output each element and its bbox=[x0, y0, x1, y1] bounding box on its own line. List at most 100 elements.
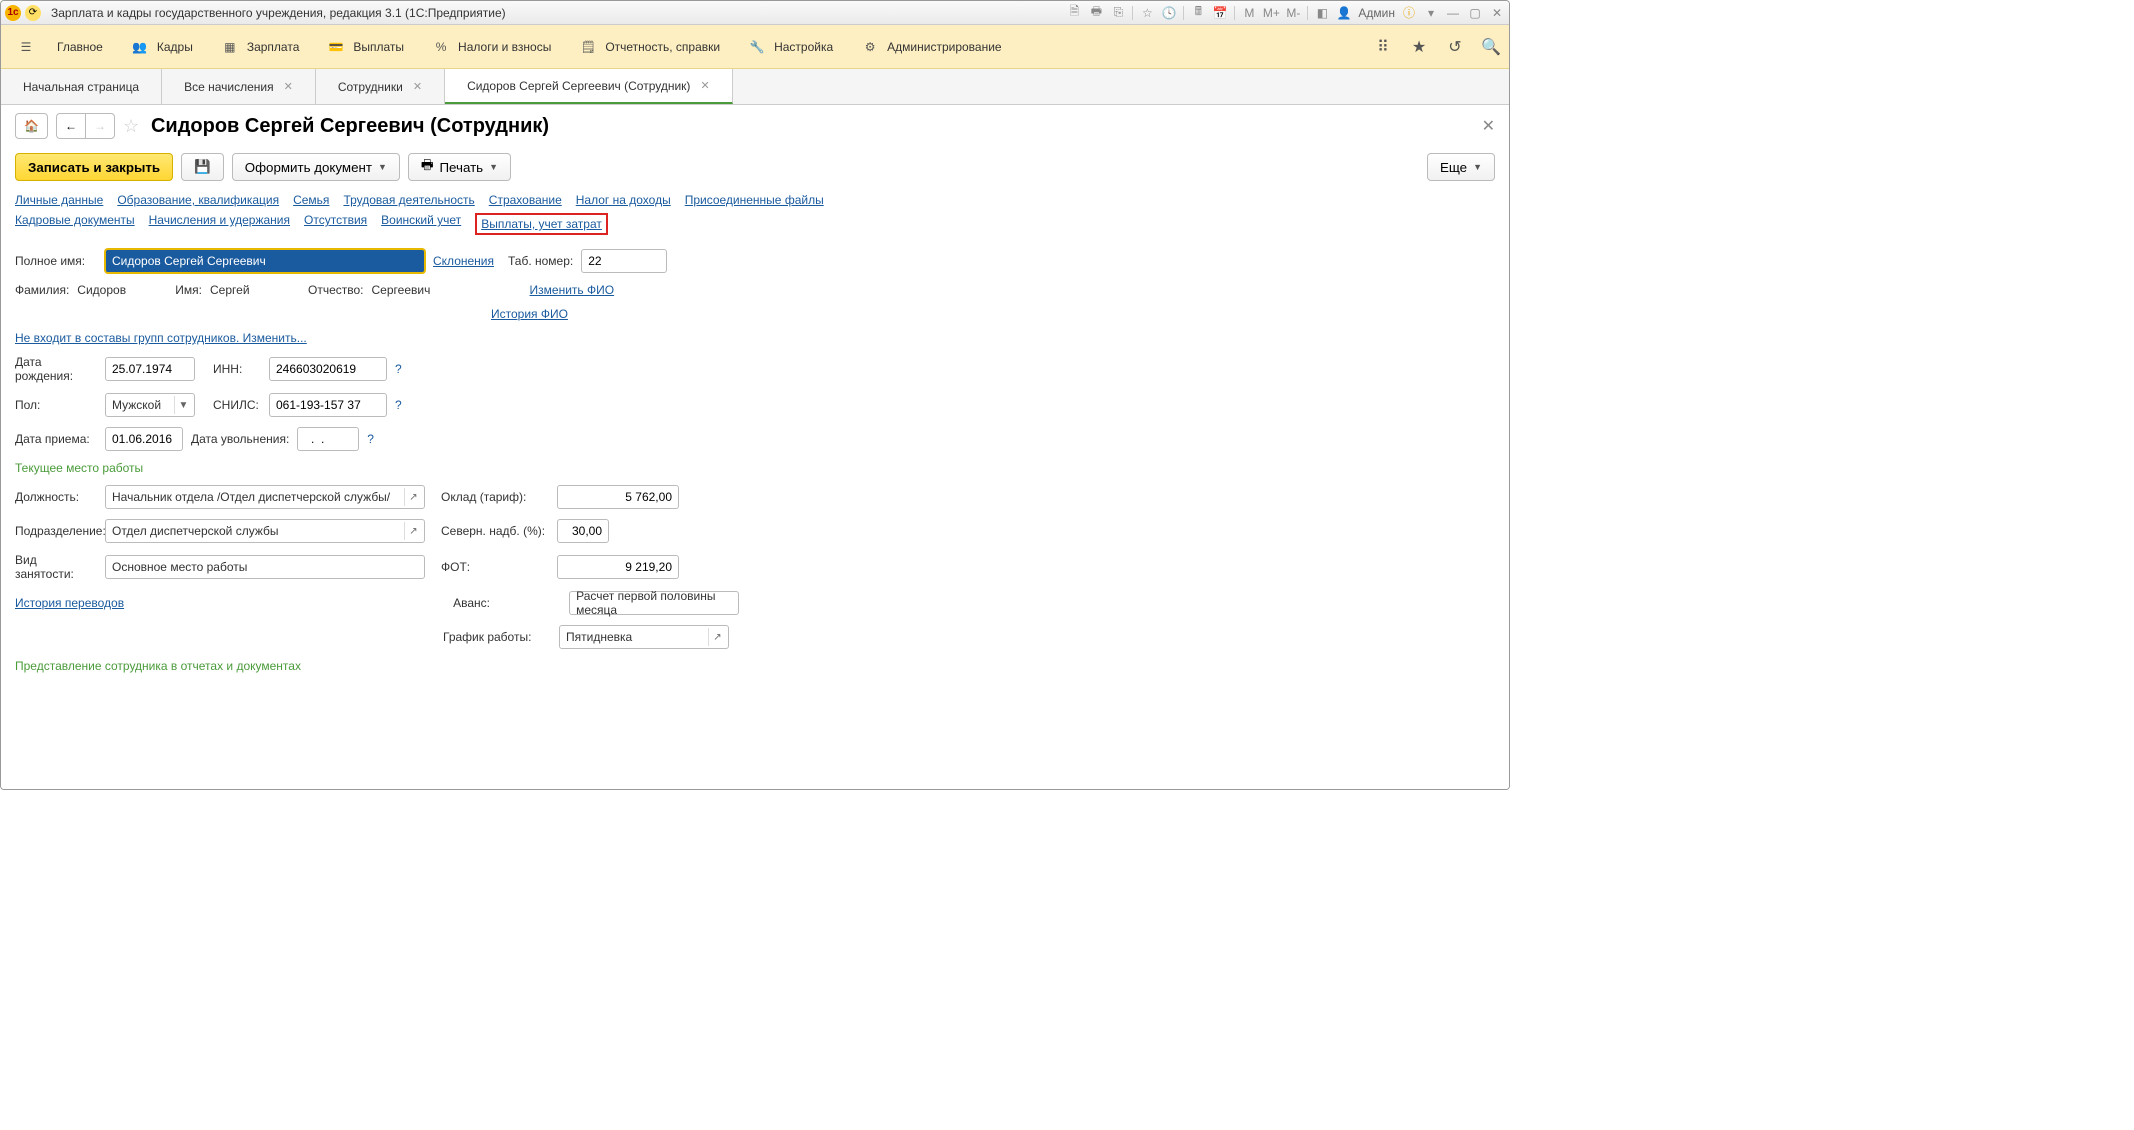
change-fio-link[interactable]: Изменить ФИО bbox=[530, 283, 615, 297]
surname-label: Фамилия: bbox=[15, 283, 69, 297]
fire-date-input[interactable] bbox=[297, 427, 359, 451]
table-icon: ▦ bbox=[221, 38, 239, 56]
full-name-input[interactable] bbox=[105, 249, 425, 273]
declensions-link[interactable]: Склонения bbox=[433, 254, 494, 268]
tab-number-label: Таб. номер: bbox=[508, 254, 573, 268]
employ-type-select[interactable]: Основное место работы bbox=[105, 555, 425, 579]
help-icon[interactable]: ? bbox=[367, 432, 374, 446]
link-labor-activity[interactable]: Трудовая деятельность bbox=[343, 193, 474, 207]
calendar-icon[interactable]: 📅 bbox=[1212, 5, 1228, 21]
panel-icon[interactable]: ◧ bbox=[1314, 5, 1330, 21]
menu-salary[interactable]: ▦Зарплата bbox=[207, 32, 314, 62]
menu-admin[interactable]: ⚙Администрирование bbox=[847, 32, 1015, 62]
memory-mplus-icon[interactable]: M+ bbox=[1263, 5, 1279, 21]
favorite-star-icon[interactable]: ☆ bbox=[123, 116, 143, 136]
snils-label: СНИЛС: bbox=[213, 398, 261, 412]
birthdate-input[interactable] bbox=[105, 357, 195, 381]
memory-mminus-icon[interactable]: M- bbox=[1285, 5, 1301, 21]
hire-date-input[interactable] bbox=[105, 427, 183, 451]
menu-main[interactable]: Главное bbox=[43, 34, 117, 60]
wrench-icon: 🔧 bbox=[748, 38, 766, 56]
link-income-tax[interactable]: Налог на доходы bbox=[576, 193, 671, 207]
fot-input[interactable] bbox=[557, 555, 679, 579]
link-accruals-deductions[interactable]: Начисления и удержания bbox=[149, 213, 290, 235]
save-button[interactable]: 💾 bbox=[181, 153, 224, 181]
department-select[interactable]: Отдел диспетчерской службы ↗ bbox=[105, 519, 425, 543]
nav-forward-button[interactable]: → bbox=[85, 113, 115, 139]
clock-icon[interactable]: 🕓 bbox=[1161, 5, 1177, 21]
dropdown-icon: ▼ bbox=[174, 396, 192, 414]
link-insurance[interactable]: Страхование bbox=[489, 193, 562, 207]
minimize-icon[interactable]: — bbox=[1445, 5, 1461, 21]
snils-input[interactable] bbox=[269, 393, 387, 417]
info-icon[interactable]: ⓘ bbox=[1401, 5, 1417, 21]
inn-label: ИНН: bbox=[213, 362, 261, 376]
link-personal-data[interactable]: Личные данные bbox=[15, 193, 103, 207]
nav-back-button[interactable]: ← bbox=[56, 113, 85, 139]
favorite-icon[interactable]: ☆ bbox=[1139, 5, 1155, 21]
link-payments-cost-accounting[interactable]: Выплаты, учет затрат bbox=[475, 213, 608, 235]
close-page-icon[interactable]: ✕ bbox=[1482, 116, 1495, 136]
help-icon[interactable]: ? bbox=[395, 398, 402, 412]
transfers-history-link[interactable]: История переводов bbox=[15, 596, 124, 610]
title-bar: 1c ⟳ Зарплата и кадры государственного у… bbox=[1, 1, 1509, 25]
history-fio-link[interactable]: История ФИО bbox=[491, 307, 568, 321]
sex-select[interactable]: Мужской ▼ bbox=[105, 393, 195, 417]
dropdown-icon[interactable]: ▾ bbox=[1423, 5, 1439, 21]
apps-grid-icon[interactable]: ⠿ bbox=[1373, 37, 1393, 57]
copy-icon[interactable]: ⎘ bbox=[1110, 5, 1126, 21]
printer-icon: 🖶 bbox=[421, 156, 434, 178]
salary-input[interactable] bbox=[557, 485, 679, 509]
main-menu: ☰ Главное 👥Кадры ▦Зарплата 💳Выплаты %Нал… bbox=[1, 25, 1509, 69]
home-button[interactable]: 🏠 bbox=[15, 113, 48, 139]
inn-input[interactable] bbox=[269, 357, 387, 381]
help-icon[interactable]: ? bbox=[395, 362, 402, 376]
north-allow-input[interactable] bbox=[557, 519, 609, 543]
save-icon: 💾 bbox=[194, 159, 211, 175]
create-document-button[interactable]: Оформить документ▼ bbox=[232, 153, 400, 181]
menu-payments[interactable]: 💳Выплаты bbox=[313, 32, 418, 62]
page-header: 🏠 ← → ☆ Сидоров Сергей Сергеевич (Сотруд… bbox=[1, 105, 1509, 147]
close-icon[interactable]: ✕ bbox=[413, 80, 422, 93]
tab-employee-card[interactable]: Сидоров Сергей Сергеевич (Сотрудник)✕ bbox=[445, 69, 733, 104]
file-icon[interactable]: 🗎 bbox=[1066, 5, 1082, 21]
position-select[interactable]: Начальник отдела /Отдел диспетчерской сл… bbox=[105, 485, 425, 509]
close-icon[interactable]: ✕ bbox=[700, 79, 709, 92]
tab-all-accruals[interactable]: Все начисления✕ bbox=[162, 69, 316, 104]
tab-start-page[interactable]: Начальная страница bbox=[1, 69, 162, 104]
link-attached-files[interactable]: Присоединенные файлы bbox=[685, 193, 824, 207]
report-icon: 🗒 bbox=[579, 38, 597, 56]
tab-employees[interactable]: Сотрудники✕ bbox=[316, 69, 445, 104]
close-icon[interactable]: ✕ bbox=[284, 80, 293, 93]
schedule-select[interactable]: Пятидневка ↗ bbox=[559, 625, 729, 649]
star-icon[interactable]: ★ bbox=[1409, 37, 1429, 57]
tab-number-input[interactable] bbox=[581, 249, 667, 273]
advance-select[interactable]: Расчет первой половины месяца bbox=[569, 591, 739, 615]
history-icon[interactable]: ↺ bbox=[1445, 37, 1465, 57]
menu-reports[interactable]: 🗒Отчетность, справки bbox=[565, 32, 734, 62]
gear-icon: ⚙ bbox=[861, 38, 879, 56]
link-family[interactable]: Семья bbox=[293, 193, 329, 207]
menu-hamburger[interactable]: ☰ bbox=[9, 32, 43, 62]
maximize-icon[interactable]: ▢ bbox=[1467, 5, 1483, 21]
section-links-row-2: Кадровые документы Начисления и удержани… bbox=[1, 213, 1509, 241]
reload-icon[interactable]: ⟳ bbox=[25, 5, 41, 21]
more-button[interactable]: Еще▼ bbox=[1427, 153, 1495, 181]
menu-hr[interactable]: 👥Кадры bbox=[117, 32, 207, 62]
print-icon[interactable]: 🖶 bbox=[1088, 5, 1104, 21]
print-button[interactable]: 🖶Печать▼ bbox=[408, 153, 511, 181]
save-close-button[interactable]: Записать и закрыть bbox=[15, 153, 173, 181]
user-icon[interactable]: 👤 bbox=[1336, 5, 1352, 21]
close-window-icon[interactable]: ✕ bbox=[1489, 5, 1505, 21]
link-absences[interactable]: Отсутствия bbox=[304, 213, 367, 235]
menu-taxes[interactable]: %Налоги и взносы bbox=[418, 32, 565, 62]
menu-settings[interactable]: 🔧Настройка bbox=[734, 32, 847, 62]
calc-icon[interactable]: 🖩 bbox=[1190, 5, 1206, 21]
fire-date-label: Дата увольнения: bbox=[191, 432, 289, 446]
link-hr-documents[interactable]: Кадровые документы bbox=[15, 213, 135, 235]
link-education[interactable]: Образование, квалификация bbox=[117, 193, 279, 207]
groups-membership-link[interactable]: Не входит в составы групп сотрудников. И… bbox=[15, 331, 307, 345]
search-icon[interactable]: 🔍 bbox=[1481, 37, 1501, 57]
link-military[interactable]: Воинский учет bbox=[381, 213, 461, 235]
memory-m-icon[interactable]: M bbox=[1241, 5, 1257, 21]
